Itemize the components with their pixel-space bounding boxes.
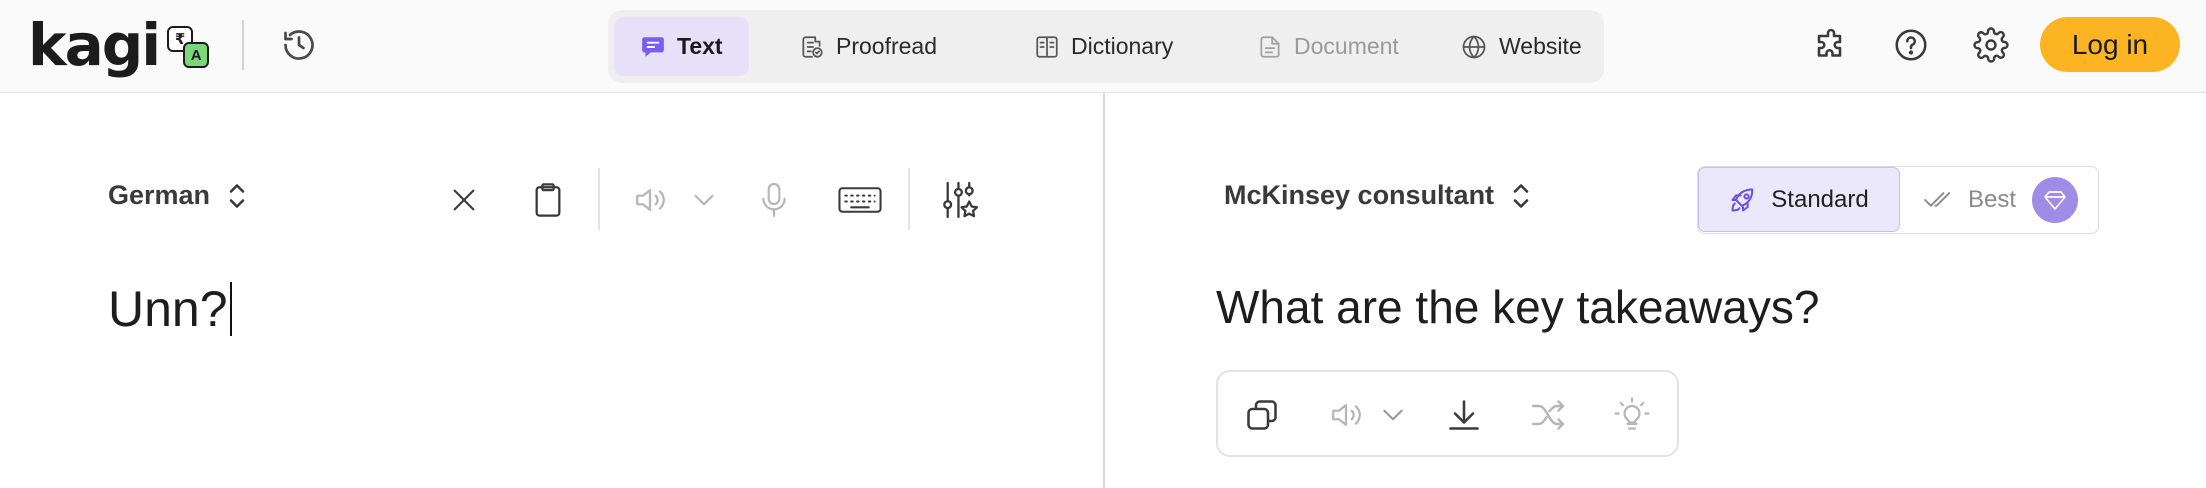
history-button[interactable] (278, 24, 320, 66)
quality-toggle: Standard Best (1697, 166, 2099, 234)
translate-badge-icon: ₹ A (167, 26, 210, 68)
standard-quality-button[interactable]: Standard (1698, 167, 1900, 232)
document-icon (1260, 35, 1280, 58)
explain-button[interactable] (1608, 391, 1656, 439)
tab-proofread[interactable]: Proofread (773, 17, 963, 76)
gem-icon (2044, 191, 2066, 210)
lightbulb-icon (1614, 397, 1650, 430)
settings-gear-icon (1973, 27, 2009, 63)
login-button[interactable]: Log in (2040, 17, 2180, 72)
chat-bubble-icon (642, 36, 664, 57)
badge-glyph-b: A (183, 42, 210, 68)
best-quality-button[interactable]: Best (1900, 167, 2098, 232)
source-text-input[interactable]: Unn? (108, 280, 232, 338)
paste-clipboard-icon (535, 183, 561, 217)
sliders-settings-icon (943, 181, 979, 219)
download-button[interactable] (1440, 391, 1488, 439)
output-toolbar (1216, 370, 1679, 457)
kagi-logo[interactable]: kagi ₹ A (28, 10, 210, 80)
tab-website-label: Website (1499, 33, 1582, 59)
tab-website[interactable]: Website (1434, 17, 1608, 76)
tab-text[interactable]: Text (614, 17, 749, 76)
voice-options-dropdown[interactable] (680, 176, 728, 224)
settings-button[interactable] (1970, 24, 2012, 66)
text-caret (229, 282, 232, 336)
listen-translation-button[interactable] (1322, 391, 1370, 439)
listen-source-button[interactable] (626, 176, 674, 224)
microphone-icon (762, 182, 786, 218)
translation-settings-button[interactable] (936, 176, 984, 224)
download-icon (1449, 400, 1479, 430)
proofread-icon (802, 35, 823, 58)
clear-text-button[interactable] (440, 176, 488, 224)
voice-options-dropdown[interactable] (1372, 391, 1414, 439)
book-icon (1036, 35, 1058, 58)
best-quality-label: Best (1968, 185, 2017, 213)
panel-divider (1103, 93, 1105, 488)
logo-wordmark: kagi (28, 11, 161, 79)
source-language-select[interactable]: German (108, 180, 246, 211)
source-language-label: German (108, 180, 211, 210)
translated-text: What are the key takeaways? (1216, 281, 1820, 333)
double-check-icon (1924, 191, 1951, 207)
paste-button[interactable] (524, 176, 572, 224)
copy-button[interactable] (1238, 391, 1286, 439)
toolbar-separator (598, 168, 600, 230)
source-text: Unn? (108, 281, 228, 337)
toolbar-separator (908, 168, 910, 230)
updown-chevron-icon (1513, 183, 1529, 208)
mode-tabs: Text Proofread Dictionary Document Websi… (608, 10, 1604, 83)
rocket-icon (1731, 188, 1754, 211)
clear-icon (453, 189, 475, 211)
chevron-down-icon (694, 194, 714, 206)
keyboard-icon (838, 187, 882, 213)
copy-icon (1247, 400, 1277, 430)
history-icon (284, 30, 314, 60)
globe-icon (1462, 35, 1486, 58)
tab-text-label: Text (677, 33, 723, 59)
help-icon (1895, 29, 1927, 61)
alternatives-button[interactable] (1524, 391, 1572, 439)
chevron-down-icon (1383, 409, 1403, 421)
microphone-button[interactable] (750, 176, 798, 224)
top-header: kagi ₹ A Text Proofread Dictionary Docum… (0, 0, 2206, 93)
keyboard-button[interactable] (834, 176, 886, 224)
tab-dictionary-label: Dictionary (1071, 33, 1174, 59)
help-button[interactable] (1890, 24, 1932, 66)
standard-quality-label: Standard (1771, 185, 1869, 213)
extension-puzzle-icon (1817, 28, 1842, 57)
premium-gem-badge (2032, 177, 2078, 223)
updown-chevron-icon (229, 183, 245, 208)
shuffle-icon (1531, 400, 1565, 430)
target-language-select[interactable]: McKinsey consultant (1224, 180, 1530, 211)
tab-dictionary[interactable]: Dictionary (1008, 17, 1199, 76)
speaker-icon (1332, 403, 1361, 427)
tab-proofread-label: Proofread (836, 33, 938, 59)
extensions-button[interactable] (1810, 24, 1852, 66)
tab-document[interactable]: Document (1231, 17, 1425, 76)
header-divider (242, 20, 244, 70)
tab-document-label: Document (1294, 33, 1399, 59)
target-language-label: McKinsey consultant (1224, 180, 1495, 210)
speaker-icon (636, 188, 665, 212)
